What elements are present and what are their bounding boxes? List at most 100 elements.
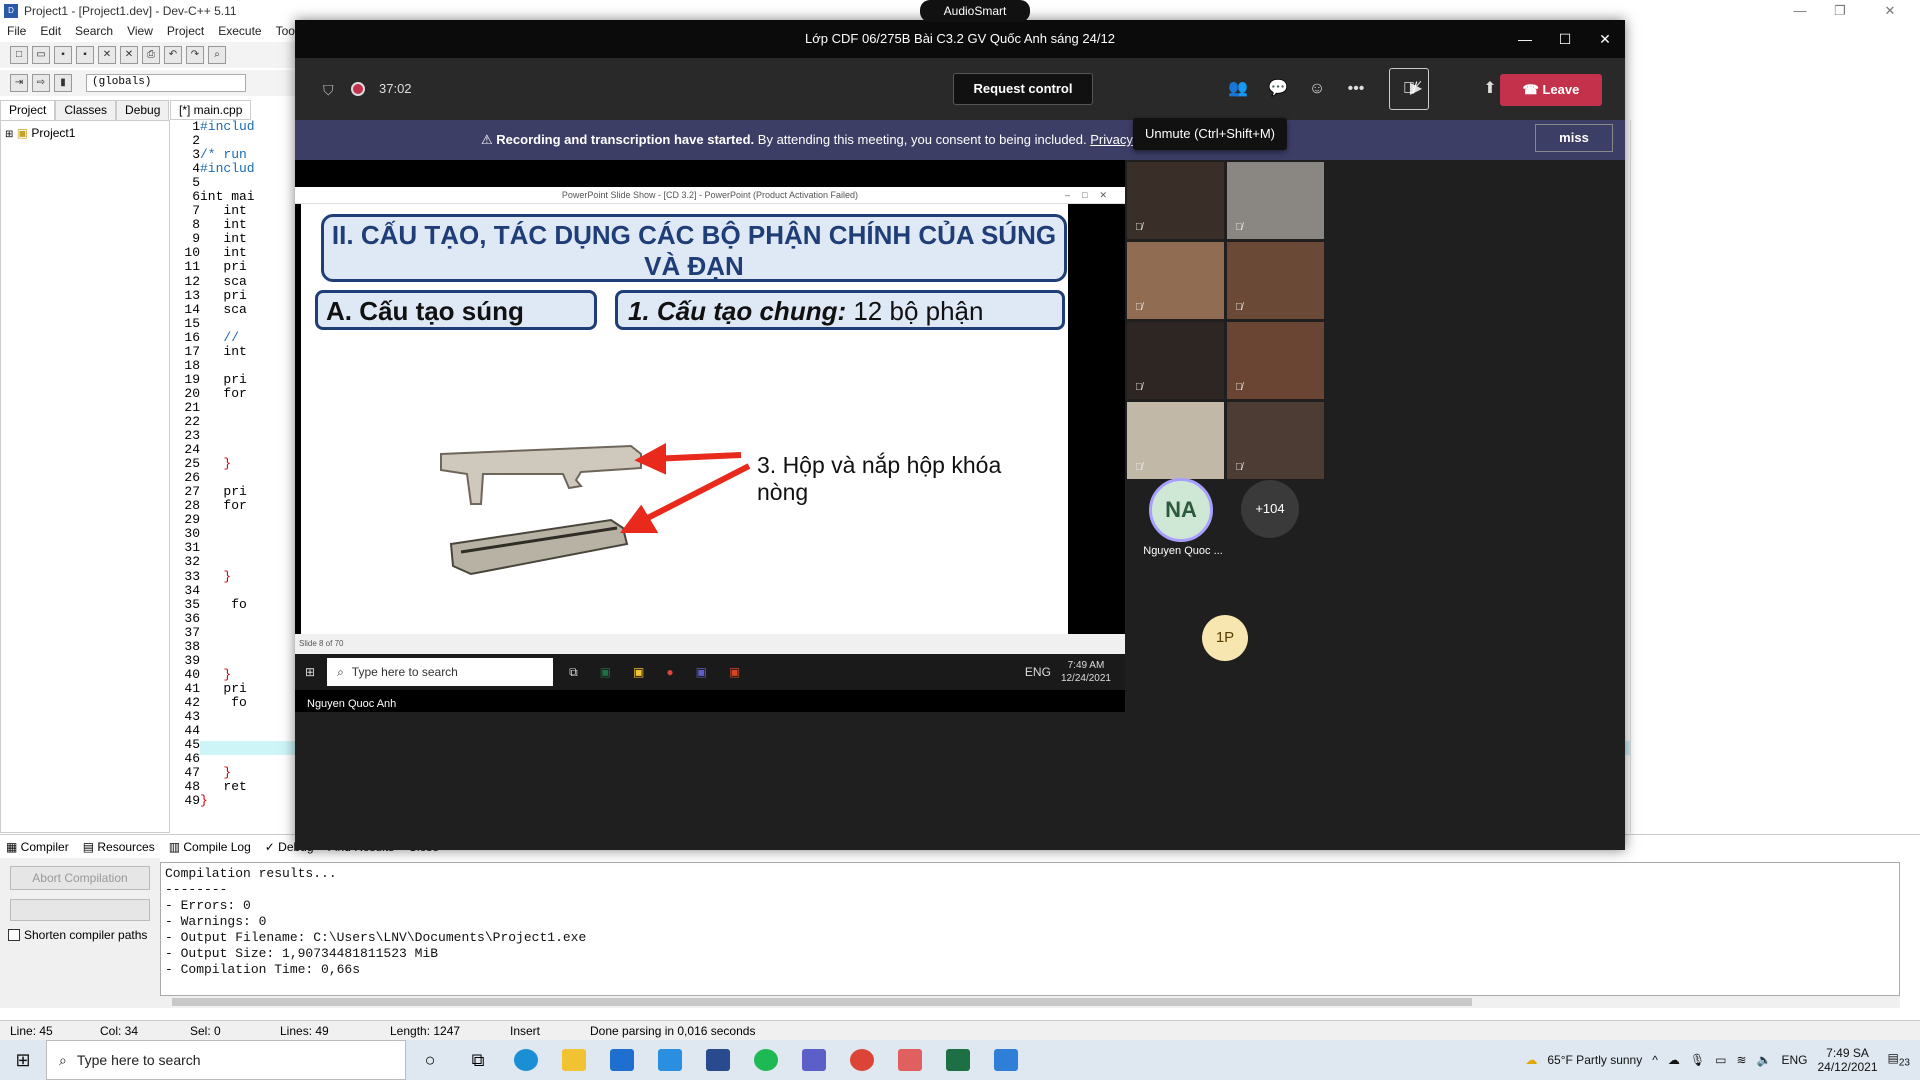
participant-tile[interactable]: 🎙̸: [1227, 242, 1324, 319]
tab-classes[interactable]: Classes: [55, 100, 117, 120]
weather-icon[interactable]: ☁: [1525, 1053, 1537, 1067]
code-line[interactable]: fo: [200, 696, 300, 710]
code-line[interactable]: }: [200, 457, 300, 471]
leave-button[interactable]: ☎ Leave: [1500, 74, 1602, 106]
chrome-icon[interactable]: [838, 1040, 886, 1080]
find-icon[interactable]: ⌕: [208, 46, 226, 64]
menu-execute[interactable]: Execute: [211, 22, 268, 40]
vscode-icon[interactable]: [646, 1040, 694, 1080]
network-icon[interactable]: ☁: [1668, 1053, 1680, 1067]
code-line[interactable]: }: [200, 766, 300, 780]
code-line[interactable]: sca: [200, 275, 300, 289]
code-line[interactable]: /* run: [200, 148, 300, 162]
close-icon[interactable]: ✕: [1870, 0, 1910, 22]
menu-view[interactable]: View: [120, 22, 160, 40]
code-line[interactable]: [200, 415, 300, 429]
redo-icon[interactable]: ↷: [186, 46, 204, 64]
excel-icon[interactable]: [934, 1040, 982, 1080]
save-icon[interactable]: ▪: [54, 46, 72, 64]
code-line[interactable]: [200, 541, 300, 555]
volume-icon[interactable]: 🔈: [1757, 1053, 1772, 1067]
cortana-icon[interactable]: ○: [406, 1040, 454, 1080]
code-line[interactable]: [200, 654, 300, 668]
code-line[interactable]: [200, 724, 300, 738]
checkbox-icon[interactable]: [8, 929, 20, 941]
code-line[interactable]: [200, 443, 300, 457]
code-line[interactable]: [200, 359, 300, 373]
code-line[interactable]: //: [200, 331, 300, 345]
taskbar-search-box[interactable]: ⌕ Type here to search: [46, 1040, 406, 1080]
participant-avatar[interactable]: NA: [1149, 478, 1213, 542]
menu-edit[interactable]: Edit: [33, 22, 68, 40]
code-line[interactable]: [200, 317, 300, 331]
log-horizontal-scrollbar[interactable]: [160, 996, 1900, 1008]
teams-close-icon[interactable]: ✕: [1585, 20, 1625, 58]
editor-right-area[interactable]: [1630, 120, 1920, 833]
code-line[interactable]: ret: [200, 780, 300, 794]
save-all-icon[interactable]: ▪: [76, 46, 94, 64]
tab-main-cpp[interactable]: [*] main.cpp: [170, 100, 252, 120]
mic-muted-button[interactable]: 🎙̸: [1389, 68, 1429, 110]
close-file-icon[interactable]: ✕: [98, 46, 116, 64]
devcpp-taskbar-icon[interactable]: [694, 1040, 742, 1080]
code-editor[interactable]: #includ/* run #includ int mai int int int …: [200, 120, 300, 833]
restore-icon[interactable]: ❐: [1820, 0, 1860, 22]
menu-file[interactable]: File: [0, 22, 33, 40]
more-actions-icon[interactable]: •••: [1341, 74, 1371, 104]
code-line[interactable]: int: [200, 232, 300, 246]
tab-project[interactable]: Project: [0, 100, 56, 120]
shorten-paths-checkbox[interactable]: Shorten compiler paths: [8, 928, 147, 942]
code-line[interactable]: [200, 752, 300, 766]
teams-maximize-icon[interactable]: ☐: [1545, 20, 1585, 58]
menu-project[interactable]: Project: [160, 22, 211, 40]
minimize-icon[interactable]: —: [1780, 0, 1820, 22]
compile-log[interactable]: Compilation results... -------- - Errors: …: [160, 862, 1900, 996]
globals-select[interactable]: (globals): [86, 74, 246, 92]
participant-tile[interactable]: 🎙̸: [1127, 402, 1224, 479]
code-line[interactable]: }: [200, 794, 300, 808]
teams-icon[interactable]: [790, 1040, 838, 1080]
code-line[interactable]: int: [200, 345, 300, 359]
tray-chevron-icon[interactable]: ^: [1652, 1053, 1658, 1067]
abort-compilation-button[interactable]: Abort Compilation: [10, 866, 150, 890]
participant-tile[interactable]: 🎙̸: [1227, 162, 1324, 239]
windows-start-icon[interactable]: ⊞: [0, 1040, 46, 1080]
participant-tile[interactable]: 🎙̸: [1127, 242, 1224, 319]
code-line[interactable]: [200, 429, 300, 443]
notification-icon[interactable]: ▤23: [1888, 1051, 1910, 1068]
code-line[interactable]: [200, 401, 300, 415]
print-icon[interactable]: ⎙: [142, 46, 160, 64]
weather-text[interactable]: 65°F Partly sunny: [1547, 1053, 1642, 1067]
open-file-icon[interactable]: ▭: [32, 46, 50, 64]
code-line[interactable]: for: [200, 499, 300, 513]
snipping-icon[interactable]: [886, 1040, 934, 1080]
clock[interactable]: 7:49 SA 24/12/2021: [1817, 1046, 1877, 1074]
code-line[interactable]: [200, 738, 300, 752]
code-line[interactable]: pri: [200, 260, 300, 274]
code-line[interactable]: [200, 134, 300, 148]
participant-tile[interactable]: 🎙̸: [1227, 402, 1324, 479]
file-explorer-icon[interactable]: [550, 1040, 598, 1080]
code-line[interactable]: pri: [200, 373, 300, 387]
audiosmart-badge[interactable]: AudioSmart: [920, 0, 1030, 22]
code-line[interactable]: [200, 626, 300, 640]
bookmark-icon[interactable]: ▮: [54, 74, 72, 92]
participant-tile[interactable]: 🎙̸: [1227, 322, 1324, 399]
project-tree-item[interactable]: Project1: [31, 126, 75, 140]
menu-search[interactable]: Search: [68, 22, 120, 40]
new-file-icon[interactable]: □: [10, 46, 28, 64]
participants-icon[interactable]: 👥: [1223, 74, 1253, 104]
code-line[interactable]: pri: [200, 485, 300, 499]
code-line[interactable]: [200, 513, 300, 527]
battery-icon[interactable]: ▭: [1715, 1053, 1726, 1067]
code-line[interactable]: [200, 584, 300, 598]
code-line[interactable]: pri: [200, 289, 300, 303]
photos-icon[interactable]: [982, 1040, 1030, 1080]
code-line[interactable]: #includ: [200, 120, 300, 134]
mail-icon[interactable]: [598, 1040, 646, 1080]
tab-debug[interactable]: Debug: [116, 100, 170, 120]
code-line[interactable]: int: [200, 218, 300, 232]
code-line[interactable]: sca: [200, 303, 300, 317]
code-line[interactable]: [200, 555, 300, 569]
request-control-button[interactable]: Request control: [953, 73, 1093, 105]
